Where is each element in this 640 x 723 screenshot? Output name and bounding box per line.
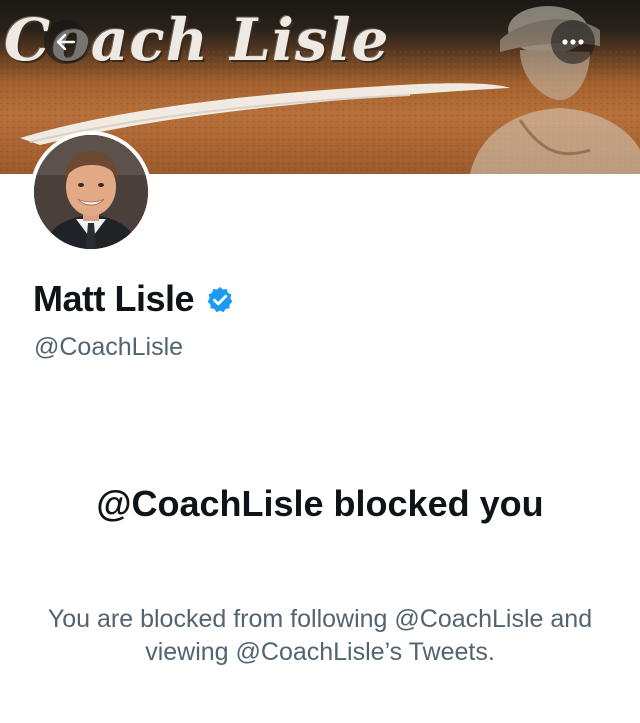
avatar-photo (34, 135, 148, 249)
profile-avatar[interactable] (30, 131, 152, 253)
back-arrow-icon (56, 33, 76, 51)
profile-name: Matt Lisle (33, 278, 195, 319)
profile-name-row: Matt Lisle (33, 278, 235, 320)
verified-badge-icon (205, 285, 235, 315)
back-button[interactable] (44, 20, 88, 64)
profile-handle: @CoachLisle (34, 333, 184, 361)
blocked-message: You are blocked from following @CoachLis… (47, 605, 593, 666)
more-options-icon (562, 39, 584, 45)
more-options-button[interactable] (551, 20, 595, 64)
blocked-title: @CoachLisle blocked you (96, 483, 544, 524)
